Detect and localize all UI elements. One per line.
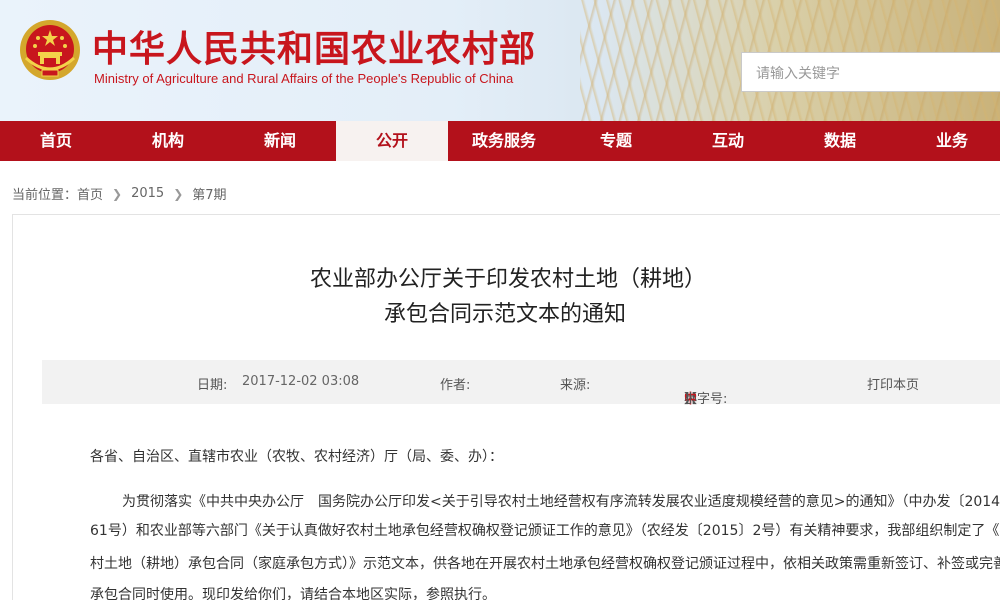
article-salutation: 各省、自治区、直辖市农业（农牧、农村经济）厅（局、委、办）： [90, 449, 503, 465]
author-label: 作者: [440, 378, 471, 393]
article-meta-bar: 日期: 2017-12-02 03:08 作者: 来源: 【字号: 大 中 小】 … [42, 360, 1000, 407]
site-subtitle: Ministry of Agriculture and Rural Affair… [94, 71, 514, 86]
article-body-line: 为贯彻落实《中共中央办公厅 国务院办公厅印发<关于引导农村土地经营权有序流转发展… [122, 494, 1000, 510]
site-header: 中华人民共和国农业农村部 Ministry of Agriculture and… [0, 0, 1000, 121]
nav-item-public[interactable]: 公开 [336, 121, 448, 161]
article-body-line: 61号）和农业部等六部门《关于认真做好农村土地承包经营权确权登记颁证工作的意见》… [90, 523, 1000, 539]
breadcrumb-year[interactable]: 2015 [131, 186, 164, 201]
nav-item-gov-services[interactable]: 政务服务 [448, 121, 560, 161]
article-title-line2: 承包合同示范文本的通知 [383, 302, 626, 327]
nav-item-topics[interactable]: 专题 [560, 121, 672, 161]
chevron-right-icon: ❯ [112, 186, 123, 201]
nav-item-home[interactable]: 首页 [0, 121, 112, 161]
national-emblem-icon[interactable] [18, 18, 82, 82]
site-title[interactable]: 中华人民共和国农业农村部 [92, 20, 536, 72]
nav-item-interaction[interactable]: 互动 [672, 121, 784, 161]
article-body-line: 承包合同时使用。现印发给你们，请结合本地区实际，参照执行。 [90, 587, 496, 600]
nav-item-organization[interactable]: 机构 [112, 121, 224, 161]
font-size-close: 】 [684, 392, 698, 407]
article-body-line: 村土地（耕地）承包合同（家庭承包方式）》示范文本，供各地在开展农村土地承包经营权… [90, 556, 1000, 572]
breadcrumb: 当前位置： 首页 ❯ 2015 ❯ 第7期 [12, 184, 227, 203]
date-label: 日期: [197, 378, 228, 393]
breadcrumb-issue[interactable]: 第7期 [192, 184, 226, 203]
nav-item-data[interactable]: 数据 [784, 121, 896, 161]
search-input[interactable]: 请输入关键字 [741, 52, 1000, 92]
search-placeholder: 请输入关键字 [756, 66, 840, 82]
nav-item-news[interactable]: 新闻 [224, 121, 336, 161]
print-page-button[interactable]: 打印本页 [867, 374, 919, 393]
article-title-line1: 农业部办公厅关于印发农村土地（耕地） [309, 267, 706, 292]
publish-date: 2017-12-02 03:08 [242, 374, 360, 389]
chevron-right-icon: ❯ [173, 186, 184, 201]
breadcrumb-label: 当前位置： [12, 188, 78, 203]
main-nav: 首页 机构 新闻 公开 政务服务 专题 互动 数据 业务 [0, 121, 1000, 161]
breadcrumb-home[interactable]: 首页 [77, 184, 103, 203]
source-label: 来源: [560, 378, 591, 393]
nav-item-business[interactable]: 业务 [896, 121, 1000, 161]
